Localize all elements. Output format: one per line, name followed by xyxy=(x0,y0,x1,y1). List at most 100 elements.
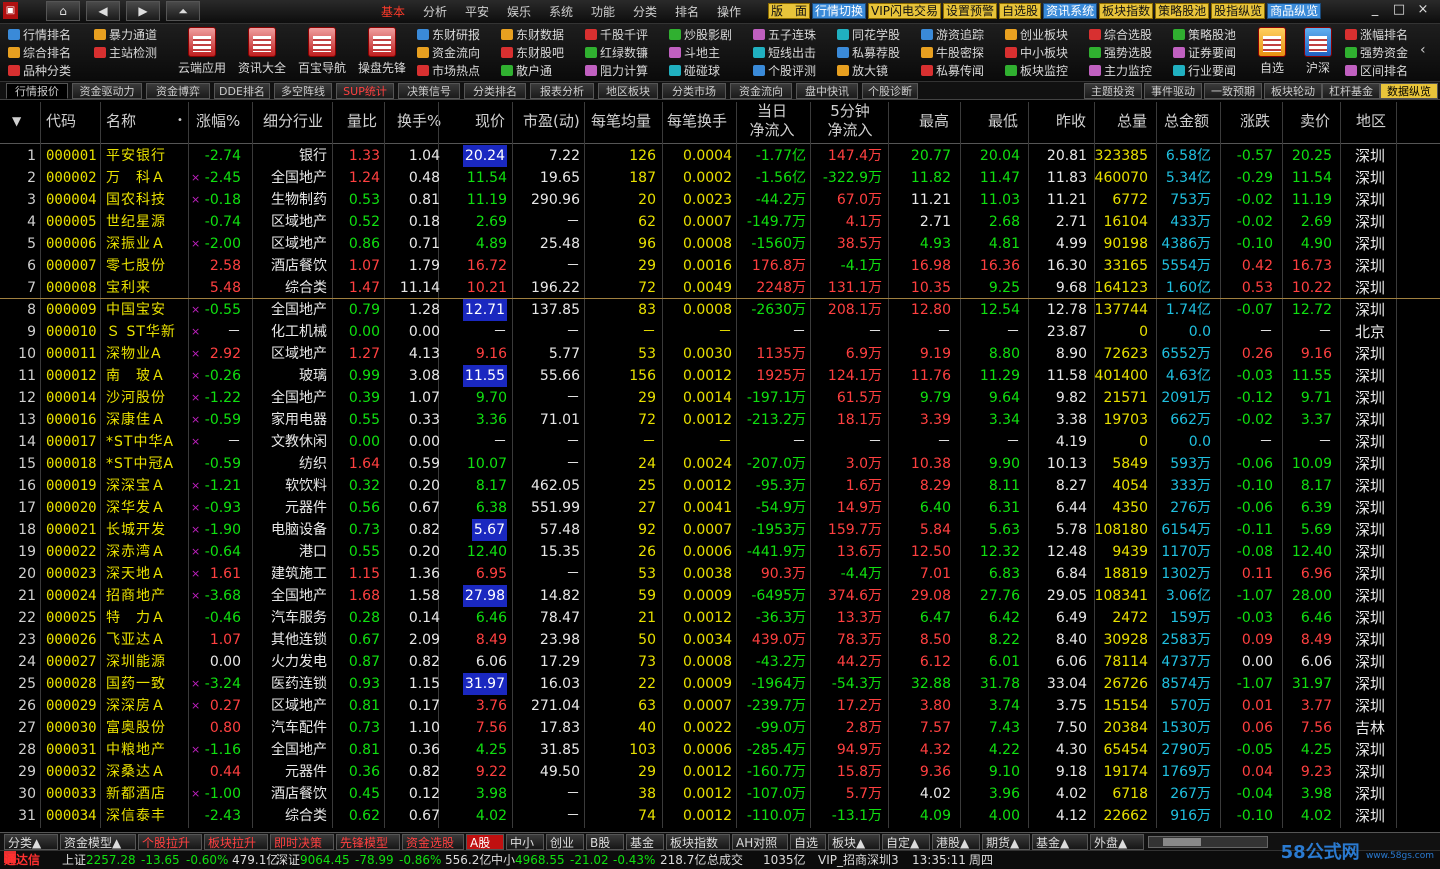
tab-7[interactable]: 分类排名 xyxy=(464,83,526,99)
toolbar-item[interactable]: 私募荐股 xyxy=(837,44,900,62)
col-prev-close[interactable]: 昨收 xyxy=(1056,102,1086,144)
menu-item-5[interactable]: 功能 xyxy=(582,3,624,20)
bottom-tab-8[interactable]: 中小 xyxy=(506,834,544,850)
table-row[interactable]: 12 000014 沙河股份 × -1.22 全国地产 0.39 1.07 9.70 － 29 0.0… xyxy=(0,387,1440,409)
menu-item-0[interactable]: 基本 xyxy=(372,3,414,20)
bottom-tab-14[interactable]: 自选 xyxy=(790,834,826,850)
col-industry[interactable]: 细分行业 xyxy=(263,102,323,144)
table-row[interactable]: 19 000022 深赤湾Ａ × -0.64 港口 0.55 0.20 12.40 15.35 26… xyxy=(0,541,1440,563)
toolbar-item[interactable]: 放大镜 xyxy=(837,62,900,80)
toolbar-item[interactable]: 东财股吧 xyxy=(501,44,564,62)
quick-button-8[interactable]: 股指纵览 xyxy=(1211,3,1266,19)
table-row[interactable]: 24 000027 深圳能源 0.00 火力发电 0.87 0.82 6.06 17.29 73 0… xyxy=(0,651,1440,673)
toolbar-item[interactable]: 行情排名 xyxy=(8,26,71,44)
toolbar-item[interactable]: 五子连珠 xyxy=(753,26,816,44)
quick-button-4[interactable]: 自选股 xyxy=(999,3,1042,19)
table-row[interactable]: 29 000032 深桑达Ａ 0.44 元器件 0.36 0.82 9.22 49.50 29 0.… xyxy=(0,761,1440,783)
tab-4[interactable]: 多空阵线 xyxy=(274,83,332,99)
toolbar-item[interactable]: 策略股池 xyxy=(1173,26,1236,44)
col-region[interactable]: 地区 xyxy=(1356,102,1386,144)
tab-5[interactable]: SUP统计 xyxy=(336,83,394,99)
col-name[interactable]: 名称 xyxy=(106,102,136,144)
col-high[interactable]: 最高 xyxy=(919,102,949,144)
toolbar-big-item[interactable]: 操盘先锋 xyxy=(354,27,410,76)
tab-right-0[interactable]: 主题投资 xyxy=(1084,83,1142,99)
toolbar-item[interactable]: 强势资金 xyxy=(1345,44,1408,62)
table-row[interactable]: 26 000029 深深房Ａ × 0.27 区域地产 0.81 0.17 3.76 271.04 6… xyxy=(0,695,1440,717)
col-5min-inflow[interactable]: 5分钟 净流入 xyxy=(812,102,888,144)
toolbar-item[interactable]: 强势选股 xyxy=(1089,44,1152,62)
bottom-tab-6[interactable]: 资金选股 xyxy=(402,834,464,850)
toolbar-item[interactable]: 散户通 xyxy=(501,62,564,80)
col-low[interactable]: 最低 xyxy=(988,102,1018,144)
quick-button-0[interactable]: 版 面 xyxy=(768,3,811,19)
col-amount[interactable]: 总金额 xyxy=(1164,102,1209,144)
bottom-tab-16[interactable]: 自定▲ xyxy=(882,834,930,850)
toolbar-item[interactable]: 千股千评 xyxy=(585,26,648,44)
toolbar-item[interactable]: 综合排名 xyxy=(8,44,71,62)
bottom-tab-3[interactable]: 板块拉升 xyxy=(204,834,268,850)
table-row[interactable]: 28 000031 中粮地产 × -1.16 全国地产 0.81 0.36 4.25 31.85 1… xyxy=(0,739,1440,761)
toolbar-item[interactable]: 市场热点 xyxy=(417,62,480,80)
table-row[interactable]: 15 000018 *ST中冠A -0.59 纺织 1.64 0.59 10.07 － 24 0.0… xyxy=(0,453,1440,475)
bottom-tab-5[interactable]: 先锋模型 xyxy=(336,834,400,850)
table-row[interactable]: 13 000016 深康佳Ａ × -0.59 家用电器 0.55 0.33 3.36 71.01 7… xyxy=(0,409,1440,431)
toolbar-item[interactable]: 短线出击 xyxy=(753,44,816,62)
toolbar-item[interactable]: 炒股影剧 xyxy=(669,26,732,44)
forward-button[interactable]: ▶ xyxy=(126,1,160,21)
back-button[interactable]: ◀ xyxy=(86,1,120,21)
menu-item-7[interactable]: 排名 xyxy=(666,3,708,20)
toolbar-item[interactable]: 证券要闻 xyxy=(1173,44,1236,62)
bottom-tab-10[interactable]: B股 xyxy=(586,834,624,850)
table-row[interactable]: 27 000030 富奥股份 0.80 汽车配件 0.73 1.10 7.56 17.83 40 0… xyxy=(0,717,1440,739)
menu-item-8[interactable]: 操作 xyxy=(708,3,750,20)
table-row[interactable]: 8 000009 中国宝安 × -0.55 全国地产 0.79 1.28 12.71 137.85… xyxy=(0,299,1440,321)
toolbar-item[interactable]: 牛股密探 xyxy=(921,44,984,62)
menu-item-3[interactable]: 娱乐 xyxy=(498,3,540,20)
table-row[interactable]: 30 000033 新都酒店 × -1.00 酒店餐饮 0.45 0.12 3.98 － 38 0.0… xyxy=(0,783,1440,805)
table-row[interactable]: 23 000026 飞亚达Ａ 1.07 其他连锁 0.67 2.09 8.49 23.98 50 0… xyxy=(0,629,1440,651)
quick-button-5[interactable]: 资讯系统 xyxy=(1043,3,1098,19)
toolbar-item[interactable]: 私募传闻 xyxy=(921,62,984,80)
col-change[interactable]: 涨跌 xyxy=(1240,102,1270,144)
bottom-tab-15[interactable]: 板块▲ xyxy=(828,834,880,850)
toolbar-item[interactable]: 创业板块 xyxy=(1005,26,1068,44)
sort-menu-icon[interactable]: ▼ xyxy=(12,102,21,144)
menu-item-2[interactable]: 平安 xyxy=(456,3,498,20)
close-button[interactable]: × xyxy=(1412,1,1434,19)
tab-right-2[interactable]: 一致预期 xyxy=(1204,83,1262,99)
up-button[interactable]: ⏶ xyxy=(166,1,200,21)
tab-3[interactable]: DDE排名 xyxy=(214,83,270,99)
toolbar-item[interactable]: 东财研报 xyxy=(417,26,480,44)
horizontal-scrollbar[interactable] xyxy=(1148,836,1268,848)
menu-item-1[interactable]: 分析 xyxy=(414,3,456,20)
toolbar-item[interactable]: 综合选股 xyxy=(1089,26,1152,44)
bottom-tab-0[interactable]: 分类▲ xyxy=(4,834,58,850)
toolbar-big-item[interactable]: 自选 xyxy=(1247,27,1297,76)
table-row[interactable]: 22 000025 特 力Ａ -0.46 汽车服务 0.28 0.14 6.46 78.47 21… xyxy=(0,607,1440,629)
quick-button-9[interactable]: 商品纵览 xyxy=(1267,3,1322,19)
table-row[interactable]: 1 000001 平安银行 -2.74 银行 1.33 1.04 20.24 7.22 126 0.… xyxy=(0,145,1440,167)
minimize-button[interactable]: _ xyxy=(1364,1,1386,19)
tab-right-3[interactable]: 板块轮动 xyxy=(1264,83,1322,99)
quick-button-6[interactable]: 板块指数 xyxy=(1099,3,1154,19)
table-row[interactable]: 6 000007 零七股份 2.58 酒店餐饮 1.07 1.79 16.72 － 29 0.001… xyxy=(0,255,1440,277)
tab-right-1[interactable]: 事件驱动 xyxy=(1144,83,1202,99)
bottom-tab-19[interactable]: 基金▲ xyxy=(1032,834,1088,850)
tab-1[interactable]: 资金驱动力 xyxy=(72,83,142,99)
table-row[interactable]: 21 000024 招商地产 × -3.68 全国地产 1.68 1.58 27.98 14.82… xyxy=(0,585,1440,607)
toolbar-item[interactable]: 红绿数镰 xyxy=(585,44,648,62)
col-chg-pct[interactable]: 涨幅% xyxy=(196,102,240,144)
table-row[interactable]: 31 000034 深信泰丰 -2.43 综合类 0.62 0.67 4.02 － 74 0.001… xyxy=(0,805,1440,827)
tab-2[interactable]: 资金博弈 xyxy=(146,83,210,99)
tab-8[interactable]: 报表分析 xyxy=(530,83,594,99)
tab-6[interactable]: 决策信号 xyxy=(398,83,460,99)
table-row[interactable]: 7 000008 宝利来 5.48 综合类 1.47 11.14 10.21 196.22 72 0… xyxy=(0,277,1440,299)
table-row[interactable]: 14 000017 *ST中华A × －文教休闲 0.00 0.00 －－－－－－－－ 4.19… xyxy=(0,431,1440,453)
toolbar-item[interactable]: 斗地主 xyxy=(669,44,732,62)
table-row[interactable]: 10 000011 深物业A × 2.92 区域地产 1.27 4.13 9.16 5.77 53 0… xyxy=(0,343,1440,365)
toolbar-big-item[interactable]: 沪深 xyxy=(1293,27,1343,76)
col-total-vol[interactable]: 总量 xyxy=(1117,102,1147,144)
bottom-tab-18[interactable]: 期货▲ xyxy=(982,834,1030,850)
bottom-tab-11[interactable]: 基金 xyxy=(626,834,664,850)
